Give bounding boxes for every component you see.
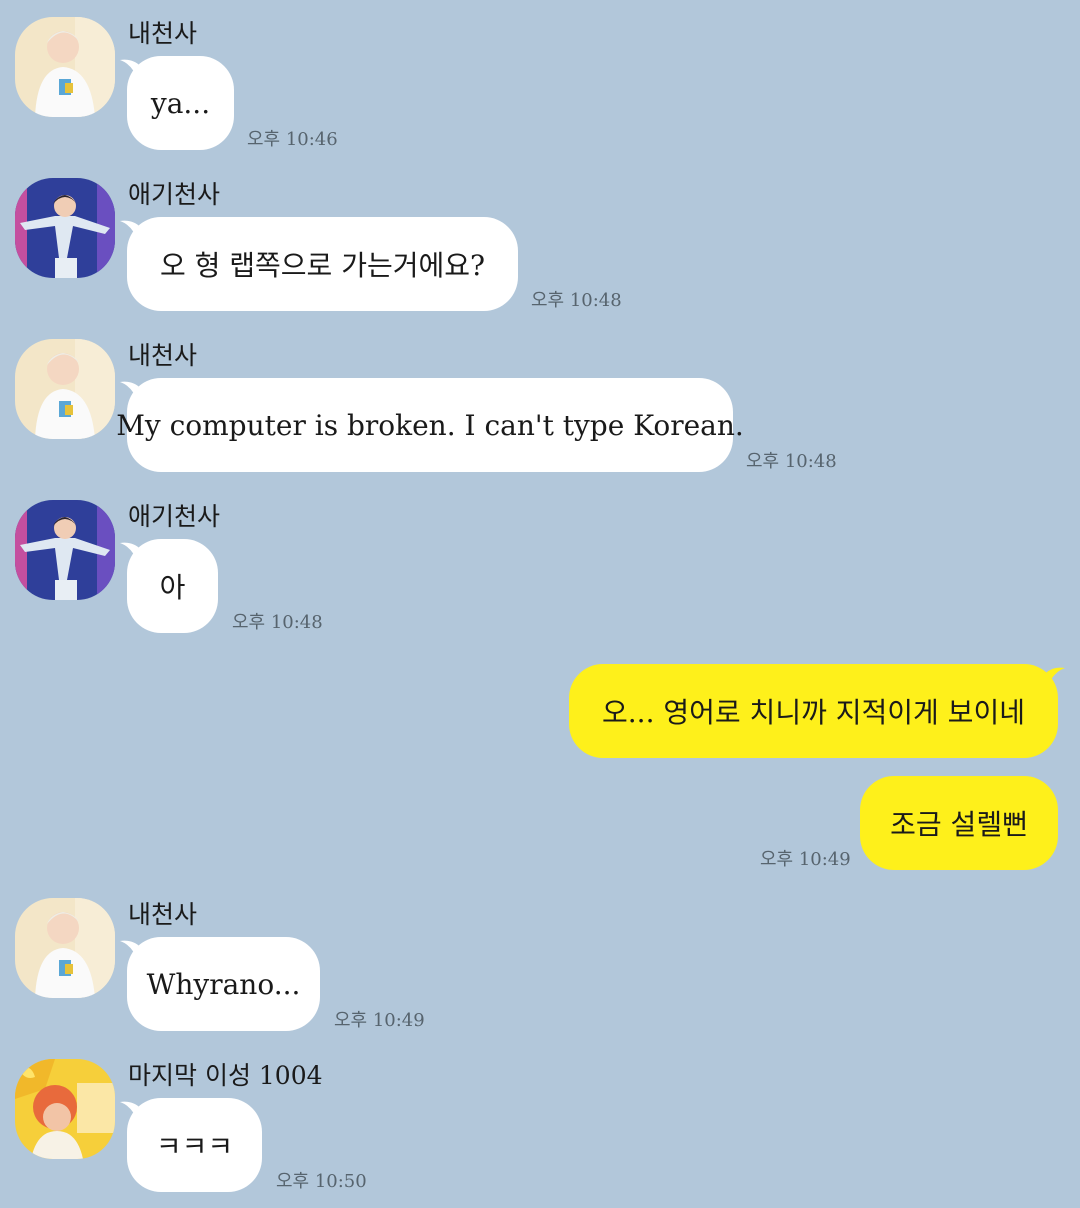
message-timestamp: 오후 10:49 [760,849,851,870]
profile-photo-icon [15,178,115,278]
sender-name: 내천사 [128,900,198,929]
sender-name: 애기천사 [128,502,221,531]
message-timestamp: 오후 10:48 [746,451,837,472]
profile-photo-icon [15,898,115,998]
message-bubble[interactable]: ya... [127,56,234,150]
message-bubble[interactable]: 오 형 랩쪽으로 가는거에요? [127,217,518,311]
profile-photo-icon [15,1059,115,1159]
avatar-white-hair[interactable] [15,339,115,439]
sender-name: 마지막 이성 1004 [128,1061,323,1090]
avatar-orange-hair[interactable] [15,1059,115,1159]
message-timestamp: 오후 10:48 [531,290,622,311]
profile-photo-icon [15,500,115,600]
message-bubble[interactable]: My computer is broken. I can't type Kore… [116,378,744,472]
my-message-bubble[interactable]: 조금 설렐뻔 [860,776,1058,870]
profile-photo-icon [15,339,115,439]
message-timestamp: 오후 10:49 [334,1010,425,1031]
my-message-bubble[interactable]: 오... 영어로 치니까 지적이게 보이네 [569,664,1058,758]
avatar-stage-blue[interactable] [15,500,115,600]
avatar-stage-blue[interactable] [15,178,115,278]
message-bubble[interactable]: Whyrano... [127,937,320,1031]
sender-name: 내천사 [128,341,198,370]
avatar-white-hair[interactable] [15,898,115,998]
sender-name: 내천사 [128,19,198,48]
message-timestamp: 오후 10:50 [276,1171,367,1192]
sender-name: 애기천사 [128,180,221,209]
message-timestamp: 오후 10:48 [232,612,323,633]
message-timestamp: 오후 10:46 [247,129,338,150]
message-bubble[interactable]: 아 [127,539,218,633]
profile-photo-icon [15,17,115,117]
avatar-white-hair[interactable] [15,17,115,117]
message-bubble[interactable]: ㅋㅋㅋ [127,1098,262,1192]
bubble-tail [1043,667,1065,688]
